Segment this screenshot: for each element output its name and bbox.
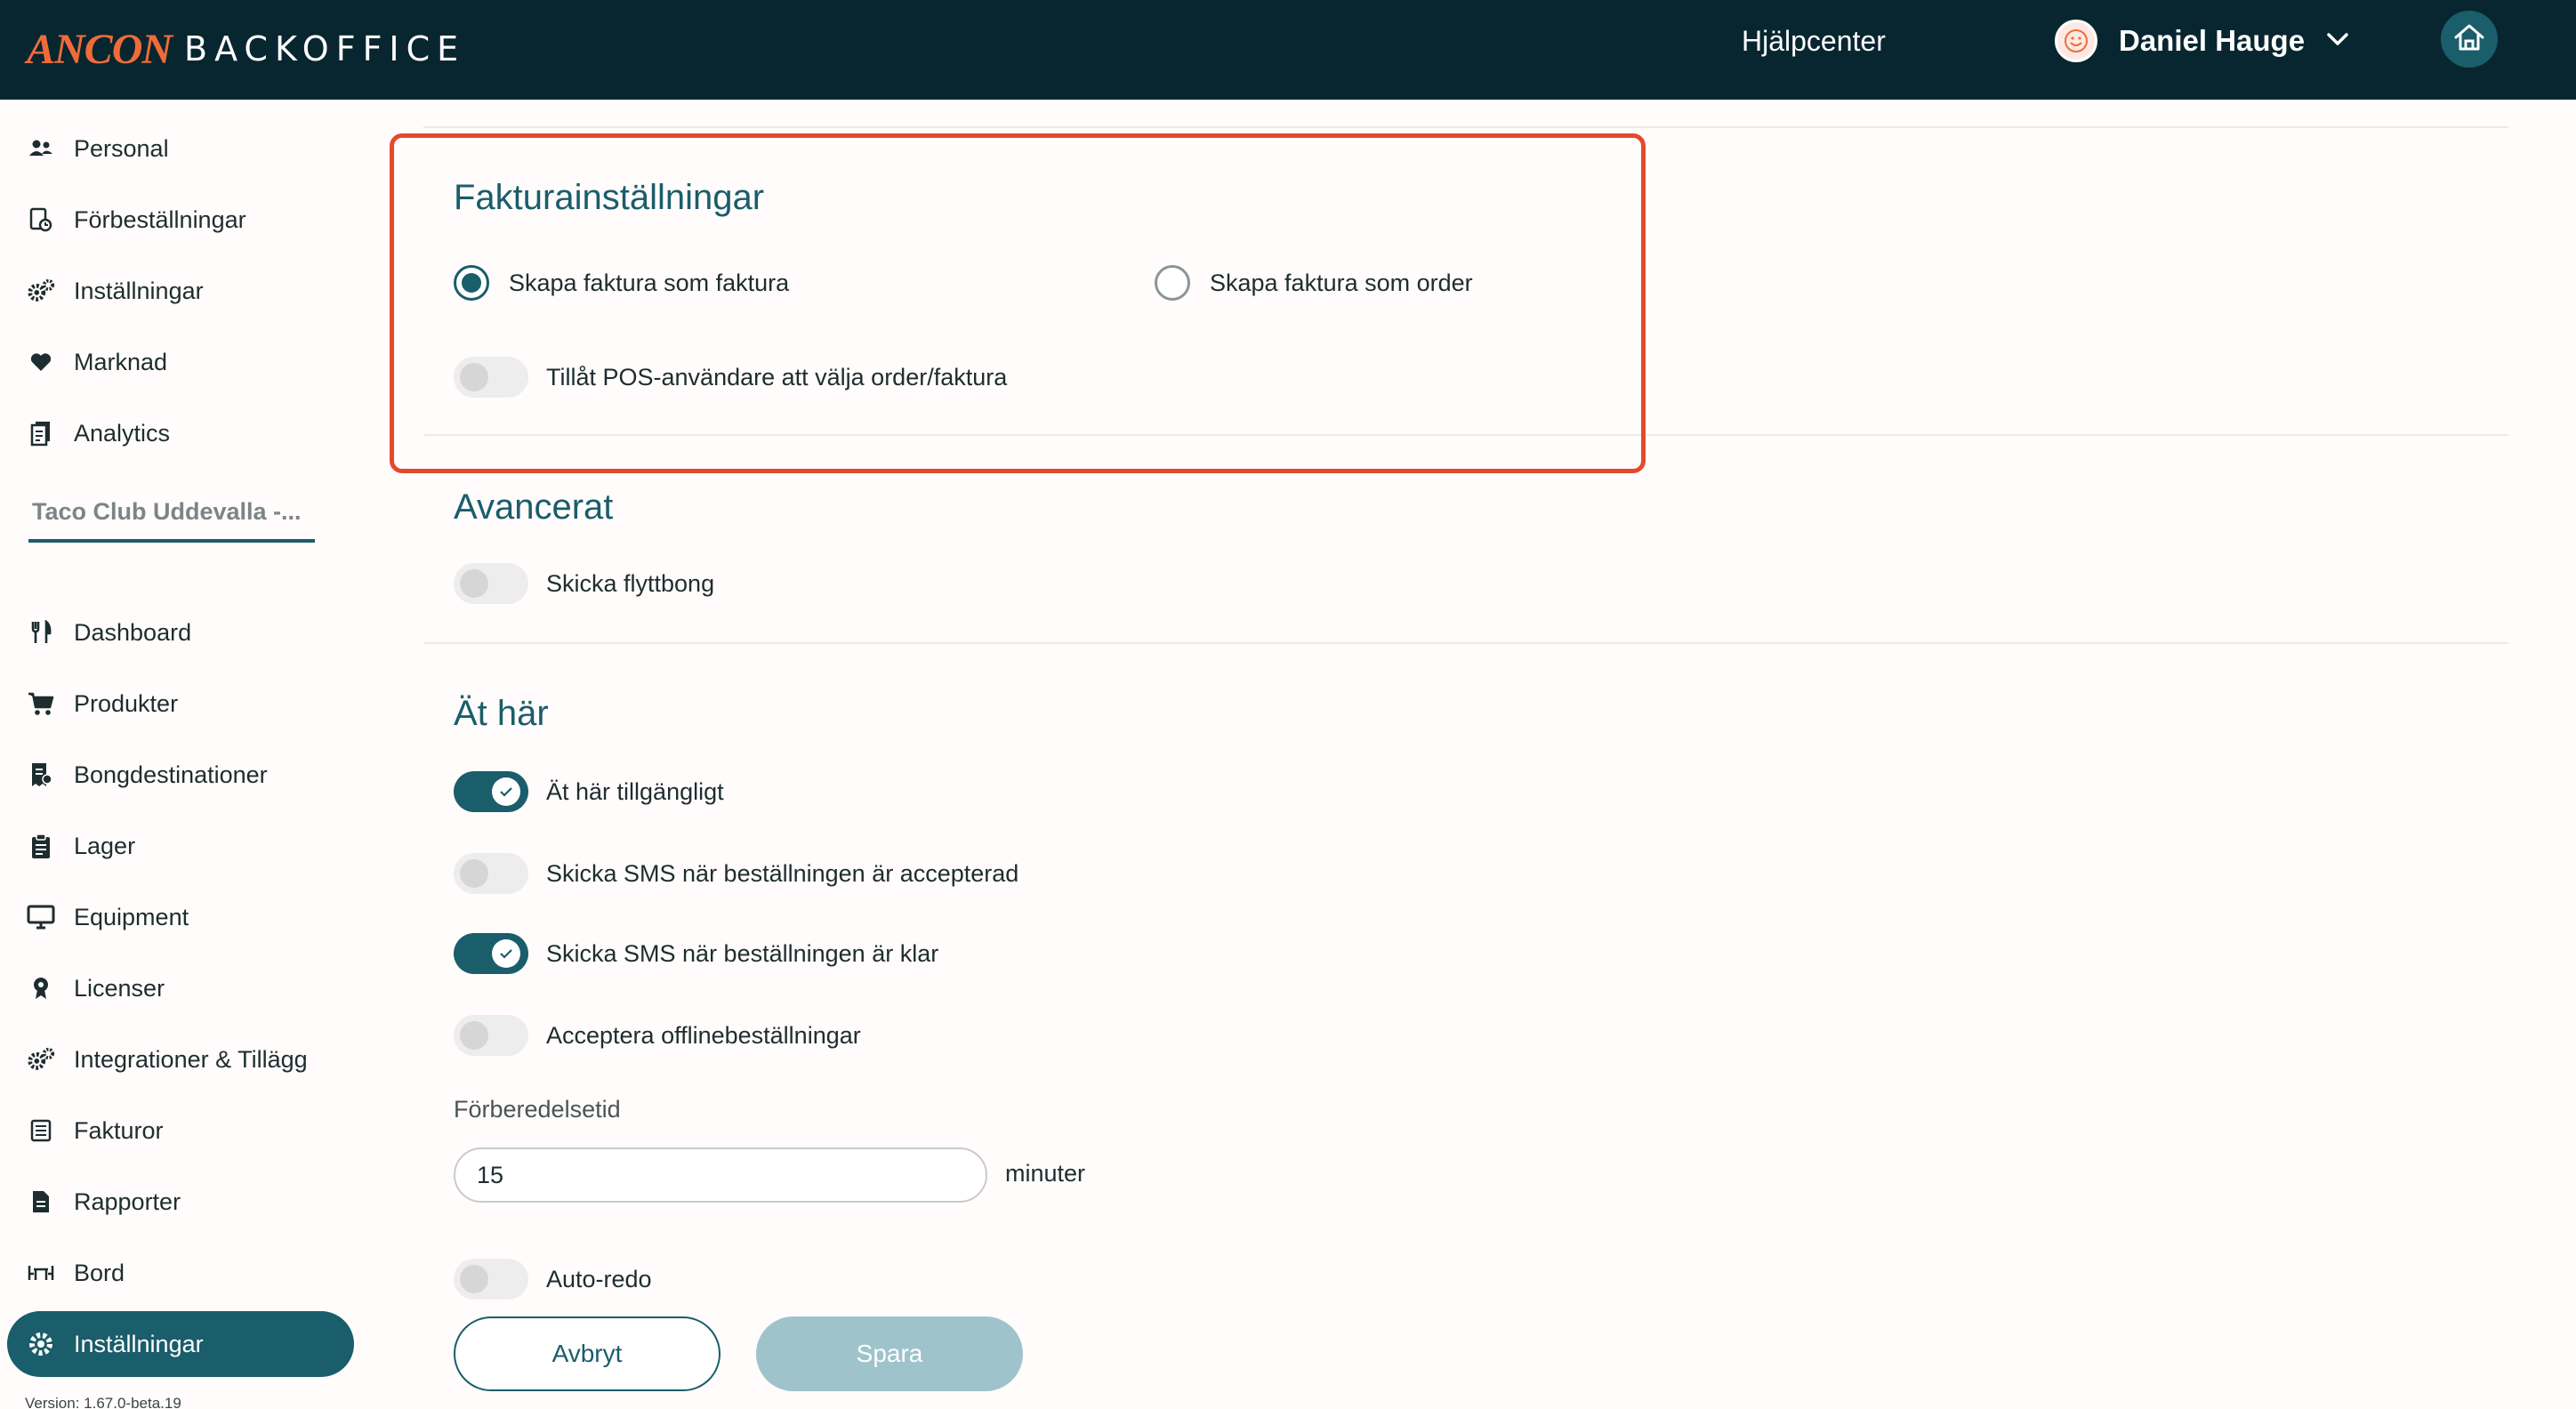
eat-here-title: Ät här bbox=[454, 694, 549, 733]
top-bar: ANCON BACKOFFICE Hjälpcenter Daniel Haug… bbox=[0, 0, 2576, 100]
divider bbox=[423, 642, 2508, 644]
logo-product: BACKOFFICE bbox=[184, 29, 466, 68]
divider bbox=[423, 126, 2508, 128]
auto-ready-toggle[interactable] bbox=[454, 1259, 528, 1300]
sidebar-item-bongdestinationer[interactable]: Bongdestinationer bbox=[7, 742, 354, 808]
sidebar-item-fakturor[interactable]: Fakturor bbox=[7, 1098, 354, 1163]
auto-ready-row[interactable]: Auto-redo bbox=[454, 1258, 652, 1300]
sidebar-item-label: Integrationer & Tillägg bbox=[74, 1045, 308, 1073]
highlight-box bbox=[390, 133, 1646, 473]
avatar-smiley-icon bbox=[2055, 20, 2097, 62]
toggle-label: Skicka SMS när beställningen är accepter… bbox=[546, 859, 1019, 887]
user-menu[interactable]: Daniel Hauge bbox=[2055, 20, 2349, 62]
cart-icon bbox=[27, 689, 55, 718]
sidebar-item-label: Analytics bbox=[74, 419, 171, 447]
sidebar-item-label: Dashboard bbox=[74, 618, 192, 646]
check-icon bbox=[500, 949, 512, 959]
license-icon bbox=[27, 974, 55, 1002]
sidebar-item-personal[interactable]: Personal bbox=[7, 116, 354, 181]
gear-icon bbox=[27, 1330, 55, 1358]
logo-brand: ANCON bbox=[27, 25, 173, 73]
eat-here-available-row[interactable]: Ät här tillgängligt bbox=[454, 770, 724, 813]
table-icon bbox=[27, 1259, 55, 1287]
receipt-icon bbox=[27, 761, 55, 789]
help-center-link[interactable]: Hjälpcenter bbox=[1742, 23, 1886, 59]
app-version: Version: 1.67.0-beta.19 bbox=[25, 1395, 181, 1409]
sidebar-item-label: Bongdestinationer bbox=[74, 761, 268, 788]
prep-time-label: Förberedelsetid bbox=[454, 1096, 621, 1123]
offline-orders-row[interactable]: Acceptera offlinebeställningar bbox=[454, 1014, 861, 1057]
report-icon bbox=[27, 1188, 55, 1216]
monitor-icon bbox=[27, 903, 55, 931]
sidebar-item-label: Produkter bbox=[74, 689, 179, 717]
toggle-knob bbox=[460, 859, 488, 888]
sidebar-item-equipment[interactable]: Equipment bbox=[7, 884, 354, 950]
sidebar: Personal Förbeställningar Inställningar … bbox=[0, 100, 365, 1409]
heart-icon bbox=[27, 348, 55, 376]
sidebar-item-integrationer[interactable]: Integrationer & Tillägg bbox=[7, 1027, 354, 1092]
toggle-knob bbox=[460, 1265, 488, 1293]
sms-accepted-row[interactable]: Skicka SMS när beställningen är accepter… bbox=[454, 852, 1018, 895]
chevron-down-icon bbox=[2326, 31, 2349, 52]
invoice-icon bbox=[27, 1116, 55, 1145]
sidebar-item-lager[interactable]: Lager bbox=[7, 813, 354, 879]
toggle-knob bbox=[492, 939, 520, 968]
advanced-title: Avancerat bbox=[454, 487, 614, 527]
sidebar-item-label: Lager bbox=[74, 832, 136, 859]
toggle-knob bbox=[460, 1021, 488, 1050]
sidebar-item-label: Personal bbox=[74, 134, 169, 162]
sidebar-item-label: Rapporter bbox=[74, 1188, 181, 1215]
sidebar-item-produkter[interactable]: Produkter bbox=[7, 671, 354, 737]
store-selector-label: Taco Club Uddevalla -... bbox=[32, 498, 302, 525]
sms-ready-toggle[interactable] bbox=[454, 933, 528, 974]
sidebar-item-forbestallningar[interactable]: Förbeställningar bbox=[7, 187, 354, 253]
move-ticket-toggle[interactable] bbox=[454, 563, 528, 604]
sidebar-item-label: Marknad bbox=[74, 348, 168, 375]
sidebar-item-marknad[interactable]: Marknad bbox=[7, 329, 354, 395]
sidebar-item-label: Inställningar bbox=[74, 277, 204, 304]
sidebar-item-analytics[interactable]: Analytics bbox=[7, 400, 354, 466]
sidebar-item-installningar[interactable]: Inställningar bbox=[7, 1311, 354, 1377]
sidebar-item-rapporter[interactable]: Rapporter bbox=[7, 1169, 354, 1235]
sidebar-item-label: Fakturor bbox=[74, 1116, 164, 1144]
preorder-icon bbox=[27, 205, 55, 234]
sms-accepted-toggle[interactable] bbox=[454, 853, 528, 894]
toggle-label: Skicka flyttbong bbox=[546, 569, 715, 597]
cancel-button[interactable]: Avbryt bbox=[454, 1316, 720, 1391]
home-icon bbox=[2452, 22, 2486, 57]
sidebar-item-label: Licenser bbox=[74, 974, 165, 1002]
people-icon bbox=[27, 134, 55, 163]
cutlery-icon bbox=[27, 618, 55, 647]
sidebar-item-label: Förbeställningar bbox=[74, 205, 246, 233]
documents-icon bbox=[27, 419, 55, 447]
toggle-knob bbox=[460, 569, 488, 598]
sidebar-item-dashboard[interactable]: Dashboard bbox=[7, 600, 354, 665]
sidebar-item-licenser[interactable]: Licenser bbox=[7, 955, 354, 1021]
home-button[interactable] bbox=[2441, 11, 2498, 68]
toggle-knob bbox=[492, 777, 520, 806]
sidebar-item-label: Bord bbox=[74, 1259, 125, 1286]
offline-orders-toggle[interactable] bbox=[454, 1015, 528, 1056]
prep-time-input[interactable] bbox=[454, 1147, 987, 1203]
sidebar-item-bord[interactable]: Bord bbox=[7, 1240, 354, 1306]
toggle-label: Acceptera offlinebeställningar bbox=[546, 1021, 861, 1049]
gears-icon bbox=[27, 1045, 55, 1074]
gears-icon bbox=[27, 277, 55, 305]
save-button[interactable]: Spara bbox=[756, 1316, 1023, 1391]
sidebar-item-installningar-top[interactable]: Inställningar bbox=[7, 258, 354, 324]
move-ticket-toggle-row[interactable]: Skicka flyttbong bbox=[454, 562, 714, 605]
check-icon bbox=[500, 787, 512, 797]
sidebar-item-label: Inställningar bbox=[74, 1330, 204, 1357]
sidebar-item-label: Equipment bbox=[74, 903, 189, 930]
clipboard-icon bbox=[27, 832, 55, 860]
ancon-backoffice-logo[interactable]: ANCON BACKOFFICE bbox=[27, 18, 465, 80]
user-name: Daniel Hauge bbox=[2119, 24, 2306, 57]
eat-here-available-toggle[interactable] bbox=[454, 771, 528, 812]
store-selector[interactable]: Taco Club Uddevalla -... bbox=[28, 495, 315, 543]
sms-ready-row[interactable]: Skicka SMS när beställningen är klar bbox=[454, 932, 938, 975]
toggle-label: Auto-redo bbox=[546, 1265, 652, 1292]
toggle-label: Skicka SMS när beställningen är klar bbox=[546, 939, 939, 967]
prep-time-unit: minuter bbox=[1005, 1160, 1086, 1187]
toggle-label: Ät här tillgängligt bbox=[546, 777, 724, 805]
